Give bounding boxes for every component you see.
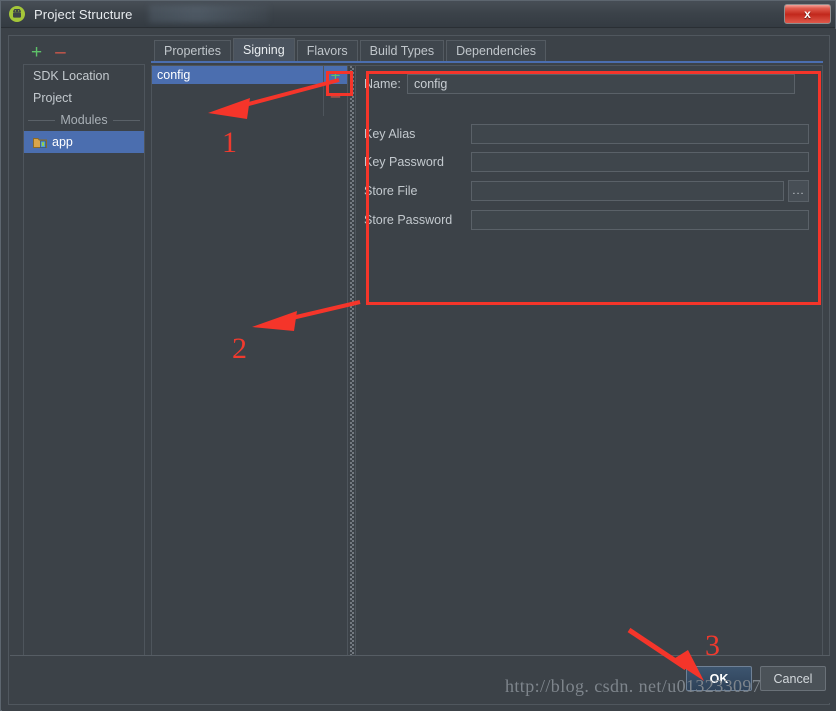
panel-splitter[interactable] [348, 66, 356, 666]
browse-ellipsis-icon[interactable]: ... [788, 180, 809, 202]
form-row-key-password: Key Password [364, 152, 812, 172]
sidebar-toolbar: + – [17, 40, 145, 64]
divider-right [112, 119, 140, 121]
tab-properties[interactable]: Properties [154, 40, 231, 61]
form-spacer [364, 102, 812, 124]
cancel-button[interactable]: Cancel [760, 666, 826, 691]
module-folder-icon [33, 136, 47, 149]
signing-config-form: Name: config Key Alias Key Password Stor… [356, 66, 822, 666]
project-structure-dialog: Project Structure x + – SDK Location Pro… [0, 0, 836, 711]
sidebar-item-label: app [52, 135, 73, 149]
sidebar-item-project[interactable]: Project [24, 87, 144, 109]
sidebar-item-app[interactable]: app [24, 131, 144, 153]
title-bar-blurred-text [149, 5, 269, 23]
ok-button[interactable]: OK [686, 666, 752, 691]
signing-config-buttons: + – [323, 66, 347, 116]
remove-signing-config-icon[interactable]: – [324, 86, 348, 106]
form-row-name: Name: config [364, 74, 812, 94]
key-password-label: Key Password [364, 155, 444, 169]
left-column: + – [17, 40, 145, 64]
dialog-content: + – SDK Location Project Modules app Pro… [8, 35, 830, 705]
form-row-key-alias: Key Alias [364, 124, 812, 144]
dialog-footer: OK Cancel [10, 655, 830, 703]
screenshot-root: Project Structure x + – SDK Location Pro… [0, 0, 836, 711]
window-title: Project Structure [34, 6, 133, 22]
store-password-label: Store Password [364, 213, 453, 227]
sidebar-item-sdk-location[interactable]: SDK Location [24, 65, 144, 87]
signing-config-list: config + – [152, 66, 348, 666]
tab-build-types[interactable]: Build Types [359, 40, 445, 61]
sidebar-group-modules: Modules [24, 109, 144, 131]
list-item[interactable]: config [152, 66, 347, 84]
add-module-icon[interactable]: + [31, 43, 42, 62]
key-alias-label: Key Alias [364, 127, 416, 141]
divider-left [28, 119, 56, 121]
signing-panel: config + – Name: config Key Alias Key Pa… [151, 65, 823, 667]
remove-module-icon[interactable]: – [55, 43, 66, 62]
key-alias-input[interactable] [471, 124, 809, 144]
store-file-input[interactable] [471, 181, 784, 201]
close-icon[interactable]: x [784, 4, 831, 24]
tab-bar: Properties Signing Flavors Build Types D… [151, 38, 823, 63]
config-name-label: config [157, 68, 191, 82]
sidebar-group-label: Modules [60, 113, 108, 127]
android-icon [9, 6, 25, 22]
key-password-input[interactable] [471, 152, 809, 172]
sidebar-item-label: SDK Location [33, 69, 110, 83]
form-row-store-password: Store Password [364, 210, 812, 230]
form-row-store-file: Store File ... [364, 180, 812, 202]
dialog-body: + – SDK Location Project Modules app Pro… [2, 29, 836, 711]
store-file-label: Store File [364, 184, 418, 198]
sidebar-item-label: Project [33, 91, 72, 105]
splitter-grip-dots [350, 66, 354, 666]
title-bar[interactable]: Project Structure x [1, 1, 835, 28]
sidebar-tree: SDK Location Project Modules app [23, 64, 145, 667]
add-signing-config-icon[interactable]: + [324, 66, 348, 86]
main-column: Properties Signing Flavors Build Types D… [151, 38, 823, 667]
store-password-input[interactable] [471, 210, 809, 230]
tab-flavors[interactable]: Flavors [296, 40, 358, 61]
name-input[interactable]: config [407, 74, 795, 94]
tab-dependencies[interactable]: Dependencies [446, 40, 546, 61]
tab-signing[interactable]: Signing [232, 38, 295, 61]
name-label: Name: [364, 77, 401, 91]
